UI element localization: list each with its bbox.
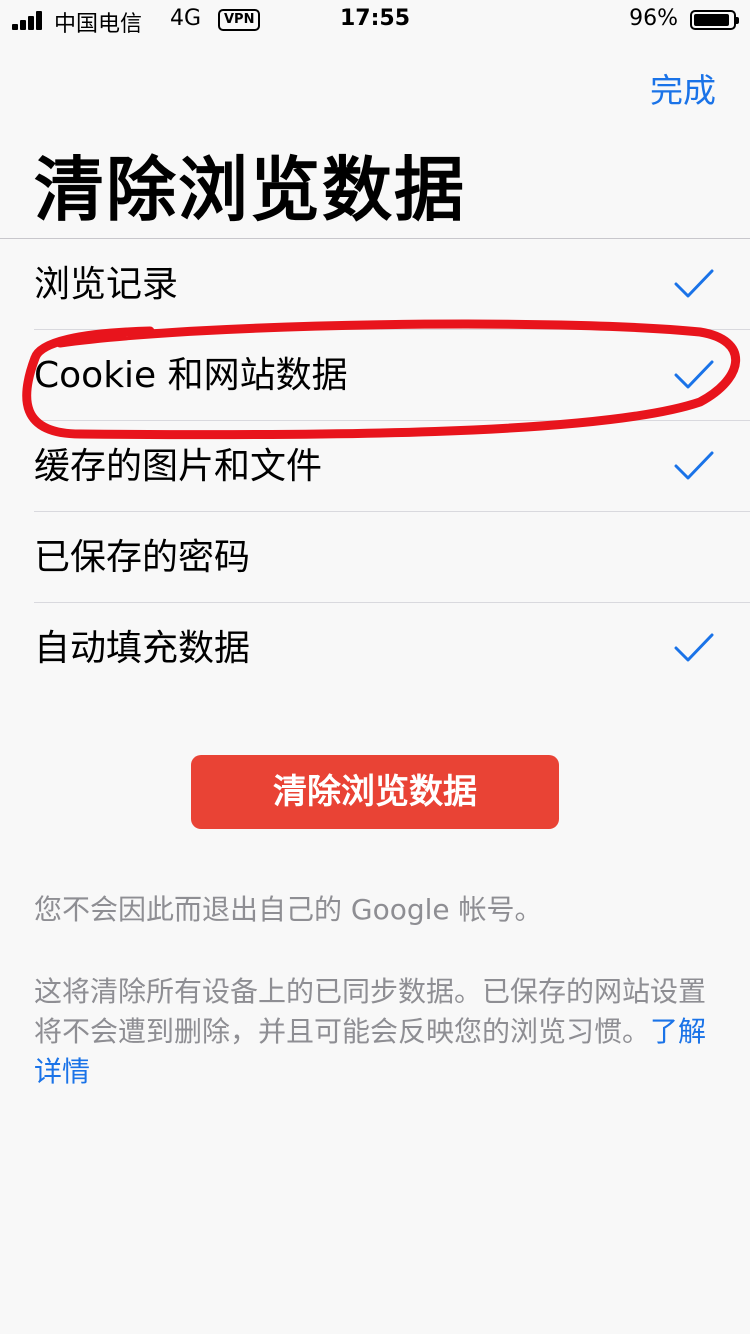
- checkmark-icon: [674, 633, 714, 662]
- sync-note-text: 这将清除所有设备上的已同步数据。已保存的网站设置将不会遭到删除，并且可能会反映您…: [34, 975, 707, 1048]
- data-type-list: 浏览记录 Cookie 和网站数据 缓存的图片和文件 已保存的密码 自动填充数据: [0, 239, 750, 694]
- status-bar: 中国电信 4G VPN 17:55 96%: [0, 0, 750, 40]
- option-cached-images[interactable]: 缓存的图片和文件: [0, 421, 750, 512]
- done-button[interactable]: 完成: [650, 64, 716, 112]
- checkmark-icon: [674, 269, 714, 298]
- option-browsing-history[interactable]: 浏览记录: [0, 239, 750, 330]
- clear-browsing-data-button[interactable]: 清除浏览数据: [191, 755, 559, 829]
- option-label: Cookie 和网站数据: [34, 355, 348, 396]
- checkmark-icon: [674, 360, 714, 389]
- account-note: 您不会因此而退出自己的 Google 帐号。: [34, 893, 543, 926]
- option-cookies[interactable]: Cookie 和网站数据: [0, 330, 750, 421]
- option-autofill-data[interactable]: 自动填充数据: [0, 603, 750, 694]
- battery-percentage: 96%: [629, 6, 678, 31]
- sync-note: 这将清除所有设备上的已同步数据。已保存的网站设置将不会遭到删除，并且可能会反映您…: [34, 972, 718, 1092]
- option-saved-passwords[interactable]: 已保存的密码: [0, 512, 750, 603]
- option-label: 自动填充数据: [34, 628, 251, 669]
- option-label: 缓存的图片和文件: [34, 446, 323, 487]
- battery-icon: [690, 10, 739, 30]
- option-label: 已保存的密码: [34, 537, 251, 578]
- option-label: 浏览记录: [34, 264, 179, 305]
- page-title: 清除浏览数据: [34, 149, 466, 231]
- checkmark-icon: [674, 451, 714, 480]
